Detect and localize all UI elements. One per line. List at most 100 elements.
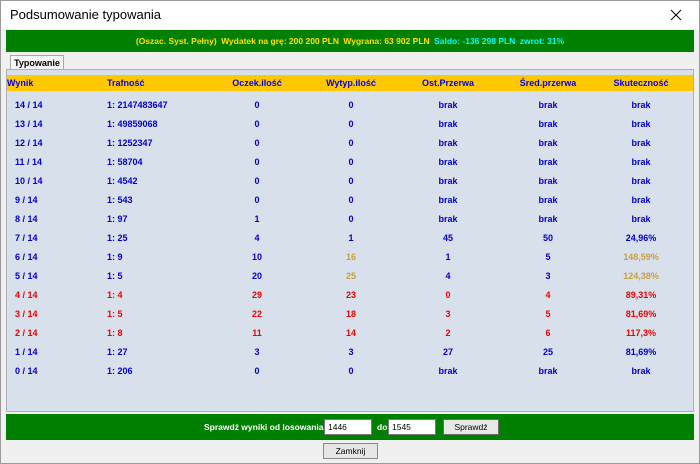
cell-wytyp: 3 xyxy=(348,347,354,357)
cell-skutecznosc: 81,69% xyxy=(625,347,657,357)
cell-oczek: 29 xyxy=(251,290,263,300)
cell-wytyp: 0 xyxy=(348,119,354,129)
cell-ost-przerwa: 27 xyxy=(442,347,454,357)
cell-skutecznosc: brak xyxy=(631,214,651,224)
cell-oczek: 0 xyxy=(254,100,260,110)
cell-skutecznosc: brak xyxy=(631,366,651,376)
cell-wytyp: 0 xyxy=(348,138,354,148)
cell-wytyp: 0 xyxy=(348,366,354,376)
cell-trafnosc: 1: 5 xyxy=(107,309,123,319)
table-row: 9 / 14 1: 543 0 0 brak brak brak xyxy=(7,191,693,210)
cell-sred-przerwa: 50 xyxy=(542,233,554,243)
close-window-button[interactable] xyxy=(653,1,699,29)
cell-wynik: 6 / 14 xyxy=(15,252,38,262)
cell-wytyp: 0 xyxy=(348,100,354,110)
summary-info-bar: (Oszac. Syst. Pełny) Wydatek na grę: 200… xyxy=(6,30,694,52)
cell-trafnosc: 1: 2147483647 xyxy=(107,100,168,110)
cell-sred-przerwa: brak xyxy=(538,119,558,129)
cell-wynik: 14 / 14 xyxy=(15,100,43,110)
check-button[interactable]: Sprawdź xyxy=(443,419,499,435)
cell-skutecznosc: 24,96% xyxy=(625,233,657,243)
table-row: 14 / 14 1: 2147483647 0 0 brak brak brak xyxy=(7,96,693,115)
header-wytyp: Wytyp.ilość xyxy=(326,78,376,88)
cell-oczek: 1 xyxy=(254,214,260,224)
cell-sred-przerwa: 25 xyxy=(542,347,554,357)
system-type: (Oszac. Syst. Pełny) xyxy=(135,36,217,46)
header-skutecznosc: Skuteczność xyxy=(613,78,669,88)
cell-ost-przerwa: brak xyxy=(438,214,458,224)
range-bar: Sprawdź wyniki od losowania: do Sprawdź xyxy=(6,414,694,440)
cell-ost-przerwa: brak xyxy=(438,119,458,129)
cell-oczek: 20 xyxy=(251,271,263,281)
cell-wynik: 9 / 14 xyxy=(15,195,38,205)
cell-ost-przerwa: 4 xyxy=(445,271,451,281)
cell-ost-przerwa: brak xyxy=(438,366,458,376)
table-row: 5 / 14 1: 5 20 25 4 3 124,38% xyxy=(7,267,693,286)
cell-oczek: 0 xyxy=(254,157,260,167)
cell-skutecznosc: 148,59% xyxy=(623,252,659,262)
cell-wytyp: 0 xyxy=(348,214,354,224)
table-row: 7 / 14 1: 25 4 1 45 50 24,96% xyxy=(7,229,693,248)
table-row: 1 / 14 1: 27 3 3 27 25 81,69% xyxy=(7,343,693,362)
table-row: 4 / 14 1: 4 29 23 0 4 89,31% xyxy=(7,286,693,305)
cell-skutecznosc: brak xyxy=(631,157,651,167)
return-value: zwrot: 31% xyxy=(519,36,565,46)
expense-value: Wydatek na grę: 200 200 PLN xyxy=(221,36,340,46)
cell-trafnosc: 1: 97 xyxy=(107,214,128,224)
cell-wynik: 11 / 14 xyxy=(15,157,43,167)
range-label: Sprawdź wyniki od losowania: xyxy=(204,422,327,432)
cell-oczek: 3 xyxy=(254,347,260,357)
cell-ost-przerwa: 3 xyxy=(445,309,451,319)
cell-ost-przerwa: brak xyxy=(438,157,458,167)
close-icon xyxy=(670,9,682,21)
cell-oczek: 10 xyxy=(251,252,263,262)
cell-trafnosc: 1: 25 xyxy=(107,233,128,243)
cell-wynik: 8 / 14 xyxy=(15,214,38,224)
cell-wytyp: 0 xyxy=(348,195,354,205)
close-button[interactable]: Zamknij xyxy=(323,443,378,459)
cell-oczek: 11 xyxy=(252,328,262,338)
cell-sred-przerwa: 5 xyxy=(545,309,551,319)
table-header: Wynik Trafność Oczek.ilość Wytyp.ilość O… xyxy=(7,75,693,91)
tab-strip: Typowanie xyxy=(6,53,694,70)
cell-wytyp: 25 xyxy=(345,271,357,281)
cell-ost-przerwa: 0 xyxy=(445,290,451,300)
header-ost-przerwa: Ost.Przerwa xyxy=(421,78,475,88)
cell-skutecznosc: brak xyxy=(631,100,651,110)
tab-typowanie[interactable]: Typowanie xyxy=(10,55,64,70)
cell-trafnosc: 1: 9 xyxy=(107,252,123,262)
cell-wytyp: 18 xyxy=(345,309,357,319)
table-row: 10 / 14 1: 4542 0 0 brak brak brak xyxy=(7,172,693,191)
range-to-input[interactable] xyxy=(388,419,436,435)
cell-wytyp: 23 xyxy=(345,290,357,300)
cell-wynik: 5 / 14 xyxy=(15,271,38,281)
table-row: 13 / 14 1: 49859068 0 0 brak brak brak xyxy=(7,115,693,134)
range-from-input[interactable] xyxy=(324,419,372,435)
header-sred-przerwa: Śred.przerwa xyxy=(519,78,577,88)
cell-wytyp: 1 xyxy=(348,233,354,243)
cell-trafnosc: 1: 4 xyxy=(107,290,123,300)
cell-oczek: 0 xyxy=(254,195,260,205)
cell-oczek: 22 xyxy=(251,309,263,319)
cell-wynik: 3 / 14 xyxy=(15,309,38,319)
cell-skutecznosc: brak xyxy=(631,138,651,148)
cell-wytyp: 16 xyxy=(345,252,357,262)
cell-ost-przerwa: brak xyxy=(438,138,458,148)
header-trafnosc: Trafność xyxy=(107,78,145,88)
balance-value: Saldo: -136 298 PLN xyxy=(434,36,516,46)
cell-ost-przerwa: 45 xyxy=(442,233,454,243)
cell-sred-przerwa: brak xyxy=(538,366,558,376)
table-row: 8 / 14 1: 97 1 0 brak brak brak xyxy=(7,210,693,229)
cell-wynik: 7 / 14 xyxy=(15,233,38,243)
cell-wytyp: 14 xyxy=(345,328,357,338)
cell-skutecznosc: brak xyxy=(631,195,651,205)
cell-ost-przerwa: brak xyxy=(438,195,458,205)
cell-skutecznosc: 81,69% xyxy=(625,309,657,319)
cell-skutecznosc: 89,31% xyxy=(625,290,657,300)
table-row: 6 / 14 1: 9 10 16 1 5 148,59% xyxy=(7,248,693,267)
cell-trafnosc: 1: 4542 xyxy=(107,176,138,186)
cell-skutecznosc: 124,38% xyxy=(623,271,659,281)
table-row: 12 / 14 1: 1252347 0 0 brak brak brak xyxy=(7,134,693,153)
cell-skutecznosc: 117,3% xyxy=(625,328,657,338)
cell-skutecznosc: brak xyxy=(631,176,651,186)
